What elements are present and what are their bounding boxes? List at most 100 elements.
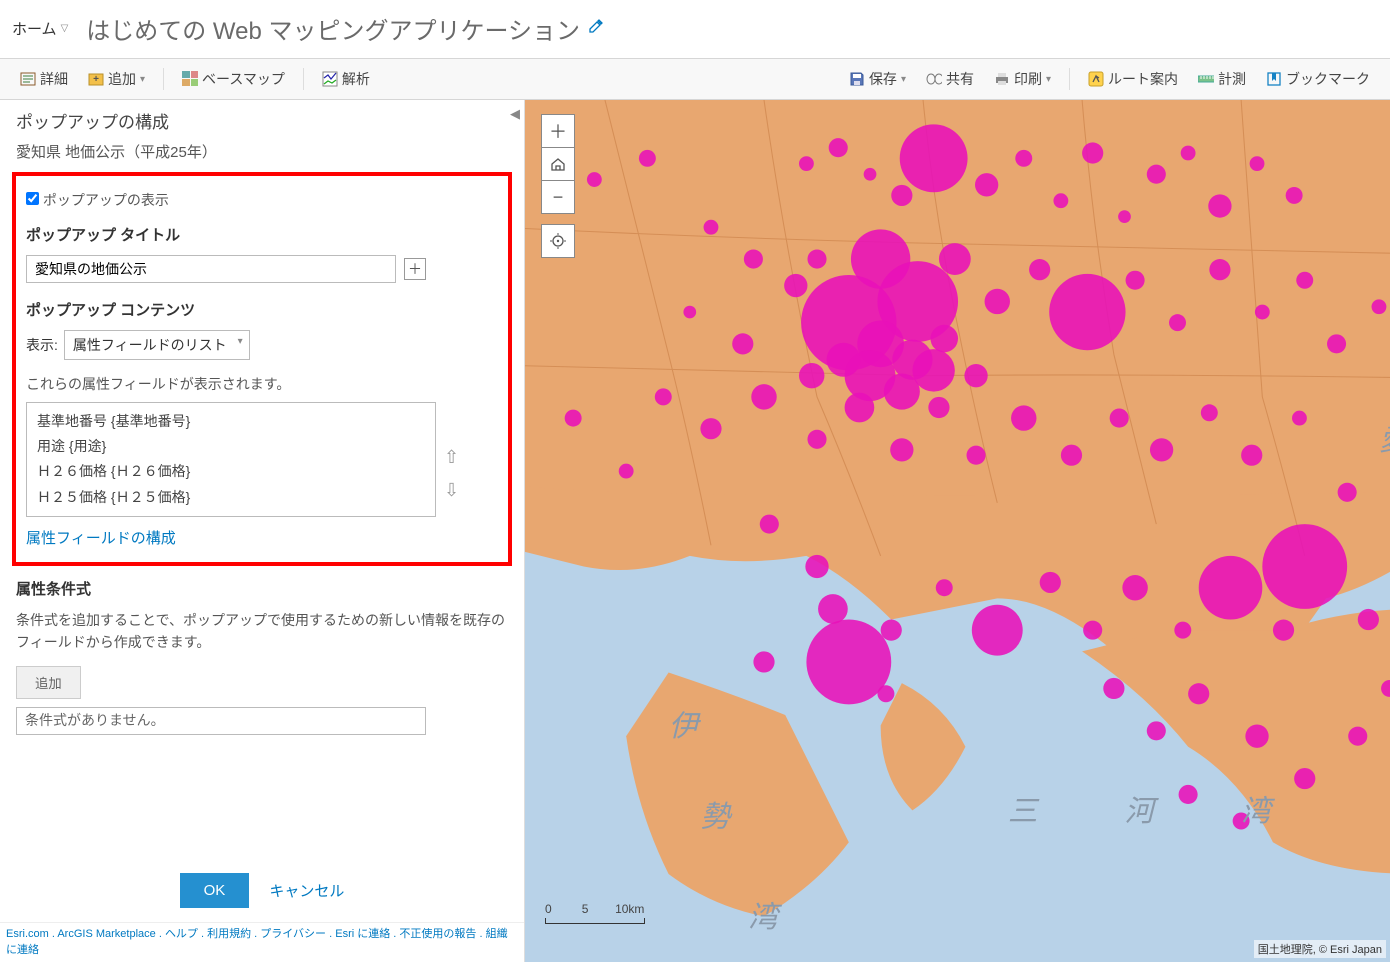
save-label: 保存 [869,69,897,89]
configure-fields-link[interactable]: 属性フィールドの構成 [26,527,176,548]
display-select-value: 属性フィールドのリスト [73,337,227,353]
route-button[interactable]: ルート案内 [1082,66,1184,92]
field-item[interactable]: Ｈ２６価格 {Ｈ２６価格} [37,459,425,484]
collapse-panel-icon[interactable]: ◀ [510,106,520,122]
measure-label: 計測 [1218,69,1246,89]
home-extent-button[interactable] [541,147,575,181]
map-scale: 0 5 10km [545,902,645,924]
share-button[interactable]: 共有 [920,66,980,92]
footer-link[interactable]: ヘルプ [165,928,198,940]
svg-text:+: + [93,74,99,85]
top-bar: ホーム ▽ はじめての Web マッピングアプリケーション [0,0,1390,58]
footer-link[interactable]: ArcGIS Marketplace [57,928,155,940]
analysis-label: 解析 [342,69,370,89]
route-icon [1088,71,1104,87]
condition-heading: 属性条件式 [16,578,508,599]
footer-link[interactable]: Esri に連絡 [335,928,390,940]
field-item[interactable]: Ｈ２５価格 {Ｈ２５価格} [37,485,425,510]
home-label: ホーム [12,18,57,39]
chevron-down-icon: ▾ [901,74,906,85]
basemap-button[interactable]: ベースマップ [176,66,291,92]
print-icon [994,71,1010,87]
display-label: 表示: [26,335,58,355]
svg-text:湾: 湾 [1241,795,1275,828]
display-select[interactable]: 属性フィールドのリスト ▾ [64,330,250,360]
zoom-out-button[interactable]: − [541,180,575,214]
share-icon [926,71,942,87]
svg-text:三: 三 [1008,796,1040,828]
svg-text:湾: 湾 [748,901,782,934]
details-button[interactable]: 詳細 [14,66,74,92]
toolbar: 詳細 + 追加 ▾ ベースマップ 解析 保存 ▾ 共有 印刷 ▾ ルート案内 計… [0,58,1390,100]
add-field-icon[interactable]: ＋ [404,258,426,280]
svg-text:伊: 伊 [669,711,702,743]
analysis-button[interactable]: 解析 [316,66,376,92]
measure-icon [1198,71,1214,87]
expressions-listbox[interactable]: 条件式がありません。 [16,707,426,735]
svg-text:愛: 愛 [1379,425,1390,457]
details-icon [20,71,36,87]
ok-button[interactable]: OK [180,873,250,908]
add-label: 追加 [108,69,136,89]
move-down-icon[interactable]: ⇩ [444,480,459,501]
add-button[interactable]: + 追加 ▾ [82,66,151,92]
share-label: 共有 [946,69,974,89]
chevron-down-icon: ▽ [61,23,69,34]
pencil-icon[interactable] [588,18,604,39]
separator [163,68,164,90]
separator [303,68,304,90]
field-item[interactable]: 基準地番号 {基準地番号} [37,409,425,434]
no-expressions-text: 条件式がありません。 [25,712,165,728]
fields-description: これらの属性フィールドが表示されます。 [26,374,498,394]
show-popup-checkbox[interactable] [26,192,39,205]
bookmark-button[interactable]: ブックマーク [1260,66,1376,92]
config-panel: ◀ ポップアップの構成 愛知県 地価公示（平成25年） ポップアップの表示 ポッ… [0,100,525,962]
save-icon [849,71,865,87]
map-area[interactable]: 伊 勢 湾 三 河 湾 愛 ＋ − 0 5 10k [525,100,1390,962]
popup-title-input[interactable] [26,255,396,283]
footer-link[interactable]: 利用規約 [207,928,251,940]
details-label: 詳細 [40,69,68,89]
move-up-icon[interactable]: ⇧ [444,447,459,468]
popup-content-heading: ポップアップ コンテンツ [26,299,498,320]
chevron-down-icon: ▾ [140,74,145,85]
dialog-buttons: OK キャンセル [0,859,524,922]
print-button[interactable]: 印刷 ▾ [988,66,1057,92]
svg-text:勢: 勢 [700,801,733,833]
page-title: はじめての Web マッピングアプリケーション [86,11,580,46]
condition-description: 条件式を追加することで、ポップアップで使用するための新しい情報を既存のフィールド… [16,609,508,654]
field-item[interactable]: 用途 {用途} [37,434,425,459]
scale-max: 10km [615,902,644,916]
panel-subheading: 愛知県 地価公示（平成25年） [16,141,508,162]
footer-link[interactable]: Esri.com [6,928,49,940]
map-attribution: 国土地理院, © Esri Japan [1254,940,1386,958]
footer-link[interactable]: 不正使用の報告 [399,928,476,940]
zoom-in-button[interactable]: ＋ [541,114,575,148]
basemap-label: ベースマップ [202,69,285,89]
show-popup-label: ポップアップの表示 [43,192,169,208]
home-dropdown[interactable]: ホーム ▽ [12,18,68,39]
locate-button[interactable] [541,224,575,258]
measure-button[interactable]: 計測 [1192,66,1252,92]
bookmark-icon [1266,71,1282,87]
map-canvas: 伊 勢 湾 三 河 湾 愛 [525,100,1390,962]
cancel-button[interactable]: キャンセル [269,880,344,901]
reorder-controls: ⇧ ⇩ [444,447,459,501]
footer-links: Esri.com . ArcGIS Marketplace . ヘルプ . 利用… [0,922,524,962]
fields-listbox[interactable]: 基準地番号 {基準地番号} 用途 {用途} Ｈ２６価格 {Ｈ２６価格} Ｈ２５価… [26,402,436,517]
add-expression-button[interactable]: 追加 [16,666,81,699]
panel-heading: ポップアップの構成 [16,108,508,133]
print-label: 印刷 [1014,69,1042,89]
save-button[interactable]: 保存 ▾ [843,66,912,92]
add-icon: + [88,71,104,87]
map-nav-controls: ＋ − [541,114,575,258]
footer-link[interactable]: プライバシー [260,928,326,940]
bookmark-label: ブックマーク [1286,69,1370,89]
route-label: ルート案内 [1108,69,1178,89]
popup-title-heading: ポップアップ タイトル [26,224,498,245]
chevron-down-icon: ▾ [1046,74,1051,85]
chevron-down-icon: ▾ [238,336,243,347]
analysis-icon [322,71,338,87]
basemap-icon [182,71,198,87]
highlighted-section: ポップアップの表示 ポップアップ タイトル ＋ ポップアップ コンテンツ 表示:… [12,172,512,566]
